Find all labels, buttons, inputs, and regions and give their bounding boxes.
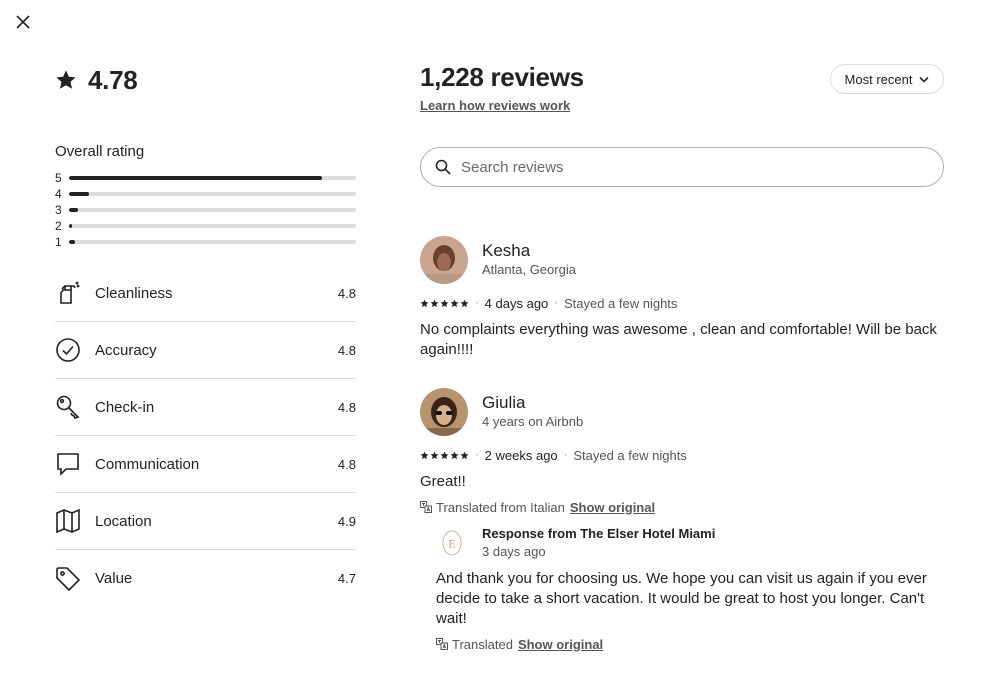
review-item: Giulia 4 years on Airbnb · 2 weeks ago ·… — [420, 388, 944, 516]
category-label: Cleanliness — [95, 284, 173, 302]
rating-bar-row: 2 — [55, 218, 356, 234]
overall-rating-value: 4.78 — [88, 64, 138, 95]
host-response: E Response from The Elser Hotel Miami 3 … — [436, 525, 944, 653]
review-stars — [420, 451, 469, 460]
star-icon — [420, 451, 429, 459]
avatar[interactable] — [420, 236, 468, 284]
rating-summary: 4.78 — [55, 60, 356, 100]
search-reviews-box[interactable] — [420, 147, 944, 187]
category-label: Accuracy — [95, 341, 157, 359]
category-location: Location 4.9 — [55, 493, 356, 550]
chat-bubble-icon — [55, 451, 81, 477]
star-icon — [450, 299, 459, 307]
category-label: Location — [95, 512, 152, 530]
review-text: No complaints everything was awesome , c… — [420, 321, 937, 358]
category-communication: Communication 4.8 — [55, 436, 356, 493]
review-date: 2 weeks ago — [484, 447, 558, 463]
rating-bar-label: 1 — [55, 235, 62, 249]
star-icon — [440, 299, 449, 307]
category-value: Value 4.7 — [55, 550, 356, 607]
map-icon — [55, 508, 81, 534]
rating-bar-fill — [69, 240, 75, 244]
response-date: 3 days ago — [482, 544, 546, 559]
rating-bar-fill — [69, 208, 78, 212]
rating-bar-label: 4 — [55, 187, 62, 201]
category-score: 4.8 — [337, 399, 356, 415]
reviewer-tenure: 4 years on Airbnb — [482, 414, 584, 429]
translation-note: Translated from Italian Show original — [420, 498, 944, 516]
translation-label: Translated from Italian — [436, 499, 565, 515]
rating-bar-label: 5 — [55, 171, 62, 185]
rating-bar-row: 3 — [55, 202, 356, 218]
star-icon — [450, 451, 459, 459]
star-icon — [460, 451, 469, 459]
search-reviews-input[interactable] — [461, 158, 943, 176]
search-icon — [435, 159, 451, 175]
hotel-logo: E — [436, 527, 468, 559]
show-original-link[interactable]: Show original — [570, 500, 655, 515]
close-icon — [16, 15, 30, 29]
translate-icon — [420, 501, 432, 513]
translate-icon — [436, 638, 448, 650]
category-label: Value — [95, 570, 133, 587]
avatar[interactable] — [420, 388, 468, 436]
learn-how-reviews-work-link[interactable]: Learn how reviews work — [420, 98, 570, 113]
review-stay-length: Stayed a few nights — [573, 447, 687, 463]
review-stay-length: Stayed a few nights — [563, 295, 678, 311]
rating-bar-fill — [69, 176, 322, 180]
rating-distribution: 5 4 3 2 1 — [55, 170, 356, 250]
sort-label: Most recent — [844, 71, 913, 87]
sort-dropdown[interactable]: Most recent — [830, 64, 944, 94]
rating-bar-label: 2 — [55, 219, 62, 233]
reviewer-name: Kesha — [482, 241, 531, 260]
overall-rating-title: Overall rating — [55, 143, 145, 160]
rating-bar-row: 4 — [55, 186, 356, 202]
rating-bar-label: 3 — [55, 203, 62, 217]
star-icon — [56, 70, 76, 89]
rating-bar-fill — [69, 192, 90, 196]
chevron-down-icon — [919, 76, 930, 83]
spray-bottle-icon — [55, 280, 81, 306]
category-score: 4.9 — [337, 513, 356, 529]
category-score: 4.8 — [337, 342, 356, 358]
star-icon — [440, 451, 449, 459]
key-icon — [55, 394, 81, 420]
review-date: 4 days ago — [484, 295, 549, 311]
svg-text:E: E — [448, 537, 455, 551]
review-stars — [420, 299, 469, 308]
category-label: Communication — [95, 455, 200, 473]
response-text: And thank you for choosing us. We hope y… — [436, 570, 927, 627]
category-ratings: Cleanliness 4.8 Accuracy 4.8 Check-in 4.… — [55, 265, 356, 607]
check-circle-icon — [55, 337, 81, 363]
star-icon — [430, 299, 439, 307]
category-score: 4.8 — [337, 285, 356, 301]
category-label: Check-in — [95, 398, 155, 416]
category-score: 4.8 — [337, 456, 356, 472]
review-item: Kesha Atlanta, Georgia · 4 days ago · St… — [420, 236, 944, 360]
rating-bar-row: 5 — [55, 170, 356, 186]
review-text: Great!! — [420, 473, 466, 490]
reviewer-name: Giulia — [482, 393, 526, 412]
star-icon — [430, 451, 439, 459]
category-accuracy: Accuracy 4.8 — [55, 322, 356, 379]
close-button[interactable] — [12, 11, 34, 33]
reviews-count: 1,228 reviews — [420, 62, 584, 92]
reviewer-location: Atlanta, Georgia — [482, 262, 576, 277]
response-title: Response from The Elser Hotel Miami — [482, 526, 716, 541]
category-check-in: Check-in 4.8 — [55, 379, 356, 436]
category-score: 4.7 — [337, 571, 356, 586]
rating-bar-row: 1 — [55, 234, 356, 250]
translation-label: Translated — [452, 636, 513, 652]
category-cleanliness: Cleanliness 4.8 — [55, 265, 356, 322]
rating-bar-fill — [69, 224, 72, 228]
star-icon — [460, 299, 469, 307]
show-original-link[interactable]: Show original — [518, 637, 603, 652]
translation-note: Translated Show original — [436, 635, 944, 653]
tag-icon — [55, 566, 81, 592]
star-icon — [420, 299, 429, 307]
